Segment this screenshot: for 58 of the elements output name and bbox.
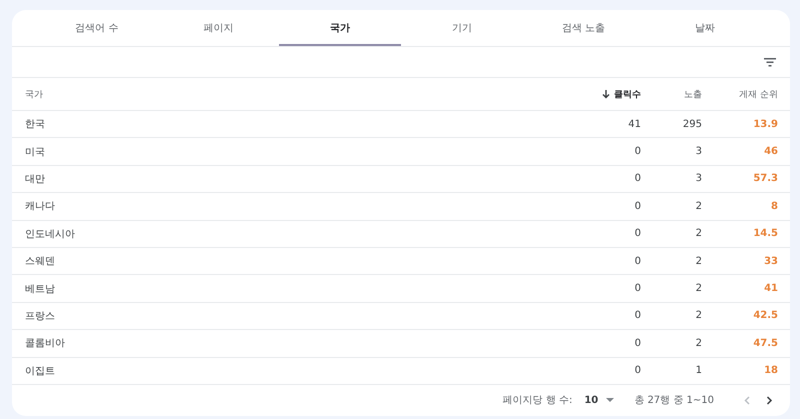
table-cell-text: 1	[694, 365, 702, 376]
table-cell-text: 콜롬비아	[25, 337, 66, 350]
table-cell-text: 2	[694, 338, 702, 349]
table-cell-text: 57.3	[752, 173, 778, 184]
table-cell-text: 0	[634, 256, 641, 267]
table-cell-text: 2	[694, 283, 702, 294]
table-cell-text: 0	[634, 310, 641, 322]
table-cell-text: 41	[763, 283, 778, 294]
column-header[interactable]: 게재 순위	[702, 88, 778, 100]
table-cell-text: 0	[634, 173, 641, 184]
table-cell-text: 캐나다	[25, 200, 56, 214]
page-range: 총 27행 중 1~10	[634, 394, 714, 408]
chevron-left-icon	[744, 396, 750, 405]
rows-per-page-label: 페이지당 행 수:	[502, 394, 572, 408]
table-cell-text: 47.5	[752, 338, 778, 349]
table-cell-text: 295	[682, 118, 702, 130]
table-cell-text: 3	[694, 173, 702, 184]
table-cell-text: 0	[634, 283, 641, 294]
table-cell-text: 0	[634, 200, 641, 212]
column-header[interactable]: 클릭수	[561, 88, 641, 100]
tab[interactable]: 검색 노출	[522, 10, 644, 46]
column-header[interactable]: 노출	[641, 88, 702, 100]
table-cell-text: 46	[763, 146, 778, 158]
tab[interactable]: 페이지	[158, 10, 280, 46]
table-cell-text: 14.5	[752, 228, 778, 240]
table-cell-text: 0	[634, 228, 641, 240]
table-cell-text: 13.9	[752, 118, 778, 130]
table-cell-text: 2	[694, 310, 702, 322]
rows-per-page-dropdown[interactable]: 10	[584, 394, 614, 406]
tab[interactable]: 검색어 수	[36, 10, 158, 46]
table-cell-text: 41	[627, 118, 641, 130]
table-cell-text: 3	[694, 146, 702, 158]
table-cell-text: 이집트	[25, 364, 56, 378]
tab[interactable]: 국가	[279, 10, 402, 46]
column-header[interactable]: 국가	[25, 88, 561, 100]
table-cell-text: 8	[770, 200, 778, 212]
sort-arrow-icon	[602, 90, 610, 98]
table-cell-text: 33	[763, 256, 778, 267]
table-cell-text: 18	[763, 365, 778, 376]
table-cell-text: 베트남	[25, 282, 56, 296]
table-cell-text: 0	[634, 365, 641, 376]
table-cell-text: 0	[634, 338, 641, 349]
table-cell-text: 0	[634, 146, 641, 158]
table-cell-text: 2	[694, 200, 702, 212]
filter-icon[interactable]	[764, 58, 776, 66]
table-cell-text: 2	[694, 256, 702, 267]
tab[interactable]: 기기	[401, 10, 523, 46]
table-cell-text: 스웨덴	[25, 255, 56, 268]
tab[interactable]: 날짜	[644, 10, 766, 46]
caret-icon	[606, 398, 614, 402]
table-cell-text: 인도네시아	[25, 228, 76, 241]
table-cell-text: 2	[694, 228, 702, 240]
table-cell-text: 프랑스	[25, 310, 56, 323]
table-cell-text: 한국	[25, 118, 46, 132]
table-cell-text: 대만	[25, 172, 46, 186]
table-cell-text: 42.5	[752, 310, 778, 322]
table-cell-text: 미국	[25, 146, 46, 159]
chevron-right-icon	[766, 396, 772, 405]
